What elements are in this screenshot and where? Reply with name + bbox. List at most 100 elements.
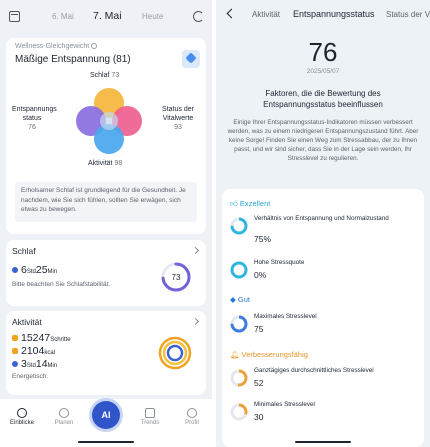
- group-gut: ◆ Gut: [230, 295, 250, 304]
- info-icon[interactable]: [91, 43, 98, 49]
- factor-item-1[interactable]: Hohe Stressquote 0%: [230, 259, 418, 287]
- ring-time: [166, 344, 184, 362]
- score-date: 2025/05/07: [306, 68, 340, 75]
- entspannung-label: Entspannungs status: [12, 106, 57, 122]
- active-time-row: 3Std14Min: [12, 358, 57, 370]
- plan-icon: [59, 408, 69, 418]
- ai-button[interactable]: AI: [92, 401, 120, 429]
- clock-icon: [12, 361, 18, 367]
- factor-gauge: [230, 261, 248, 279]
- factors-card: 👍︎ Exzellent Verhältnis von Entspannung …: [222, 189, 424, 447]
- profile-icon: [187, 408, 197, 418]
- aktivitaet-label: Aktivität: [88, 160, 113, 167]
- nav-label-trends: Trends: [140, 420, 160, 426]
- thumbs-up-icon: 👍︎: [230, 199, 240, 208]
- trends-icon: [145, 408, 155, 418]
- active-minutes-unit: Min: [47, 363, 58, 369]
- factor-item-4[interactable]: Minimales Stresslevel 30: [230, 401, 418, 429]
- factor-item-3[interactable]: Ganztägiges durchschnittliches Stresslev…: [230, 367, 418, 395]
- active-hours-unit: Std: [26, 363, 36, 369]
- nav-label-profil: Profil: [185, 420, 199, 426]
- nav-trends[interactable]: Trends: [130, 408, 170, 426]
- group-verbesserung: 🔔︎ Verbesserungsfähig: [230, 350, 308, 359]
- date-tab-prev[interactable]: 6. Mai: [52, 12, 74, 21]
- kcal-unit: kcal: [44, 350, 56, 356]
- aktivitaet-value: 98: [114, 160, 123, 167]
- factors-description: Einige Ihrer Entspannungsstatus-Indikato…: [227, 119, 419, 162]
- factor-value: 75: [254, 324, 264, 334]
- schlaf-label: Schlaf: [90, 72, 110, 79]
- flower-label-vital: Status der Vitalwerte 93: [156, 105, 200, 132]
- home-indicator: [295, 441, 351, 443]
- group-exzellent: 👍︎ Exzellent: [230, 199, 270, 209]
- tab-aktivitaet[interactable]: Aktivität: [252, 10, 280, 19]
- entspannung-value: 76: [28, 124, 36, 131]
- factor-gauge: [230, 217, 248, 235]
- factor-gauge-track: [230, 261, 248, 279]
- group-gut-label: Gut: [237, 295, 250, 304]
- wellness-card[interactable]: Wellness-Gleichgewicht Mäßige Entspannun…: [6, 38, 206, 234]
- schlaf-duration-row: 6Std25Min: [12, 264, 57, 276]
- entspannung-detail-screen: Aktivität Entspannungsstatus Status der …: [216, 0, 430, 447]
- schlaf-title: Schlaf: [12, 246, 36, 256]
- group-verbesserung-label: Verbesserungsfähig: [241, 350, 308, 359]
- wellness-title: Mäßige Entspannung (81): [15, 54, 131, 65]
- schlaf-score-gauge: 73: [161, 262, 191, 292]
- tab-vital[interactable]: Status der Vi: [386, 10, 430, 19]
- factor-value: 0%: [254, 270, 267, 280]
- sync-icon[interactable]: [193, 11, 204, 22]
- factor-name: Verhältnis von Entspannung und Normalzus…: [254, 215, 389, 222]
- bell-icon: 🔔︎: [230, 350, 242, 359]
- schlaf-minutes: 25: [35, 264, 48, 276]
- factor-gauge: [230, 315, 248, 333]
- schlaf-card[interactable]: Schlaf 6Std25Min Bitte beachten Sie Schl…: [6, 240, 206, 306]
- like-icon: ◆: [230, 295, 238, 304]
- steps-value: 15247: [21, 332, 51, 344]
- sleep-icon: [12, 267, 18, 273]
- wellness-label-row: Wellness-Gleichgewicht: [15, 43, 98, 50]
- gem-icon[interactable]: [182, 50, 200, 68]
- group-exzellent-label: Exzellent: [239, 199, 271, 208]
- aktivitaet-title: Aktivität: [12, 317, 42, 327]
- chevron-right-icon[interactable]: [191, 246, 200, 255]
- health-overview-screen: 6. Mai 7. Mai Heute Wellness-Gleichgewic…: [0, 0, 212, 447]
- factor-name: Maximales Stresslevel: [254, 313, 317, 320]
- back-icon[interactable]: [226, 8, 237, 19]
- home-indicator: [78, 441, 134, 443]
- factor-item-2[interactable]: Maximales Stresslevel 75: [230, 313, 418, 341]
- kcal-value: 2104: [21, 345, 45, 357]
- activity-rings: [158, 336, 192, 370]
- calendar-icon[interactable]: [9, 11, 20, 22]
- schlaf-value: 73: [111, 72, 120, 79]
- date-tab-current[interactable]: 7. Mai: [93, 10, 122, 22]
- aktivitaet-card[interactable]: Aktivität 15247Schritte 2104kcal 3Std14M…: [6, 311, 206, 395]
- active-minutes: 14: [35, 358, 48, 370]
- insights-icon: [17, 408, 27, 418]
- schlaf-note: Bitte beachten Sie Schlafstabilität.: [12, 281, 111, 288]
- factor-value: 30: [254, 412, 264, 422]
- date-tab-today[interactable]: Heute: [142, 12, 163, 21]
- tab-entspannungsstatus[interactable]: Entspannungsstatus: [293, 9, 375, 19]
- factor-value: 52: [254, 378, 264, 388]
- nav-label-einblicke: Einblicke: [9, 420, 34, 426]
- vital-value: 93: [174, 124, 182, 131]
- schlaf-hours-unit: Std: [26, 269, 36, 275]
- steps-icon: [12, 335, 18, 341]
- factor-name: Ganztägiges durchschnittliches Stresslev…: [254, 367, 374, 374]
- flower-label-schlaf: Schlaf 73: [90, 71, 119, 80]
- chevron-right-icon[interactable]: [191, 317, 200, 326]
- factor-value: 75%: [254, 234, 272, 244]
- nav-einblicke[interactable]: Einblicke: [2, 408, 42, 426]
- kcal-row: 2104kcal: [12, 345, 55, 357]
- nav-planen[interactable]: Planen: [44, 408, 84, 426]
- nav-profil[interactable]: Profil: [172, 408, 212, 426]
- wellness-flower-graphic: [76, 88, 142, 154]
- steps-unit: Schritte: [50, 337, 71, 343]
- aktivitaet-note: Energetisch.: [12, 373, 49, 380]
- flower-label-entspannung: Entspannungs status 76: [12, 105, 57, 132]
- factor-gauge: [230, 369, 248, 387]
- schlaf-score: 73: [172, 273, 181, 282]
- factor-name: Hohe Stressquote: [254, 259, 305, 266]
- nav-label-planen: Planen: [54, 420, 74, 426]
- factor-item-0[interactable]: Verhältnis von Entspannung und Normalzus…: [230, 215, 418, 244]
